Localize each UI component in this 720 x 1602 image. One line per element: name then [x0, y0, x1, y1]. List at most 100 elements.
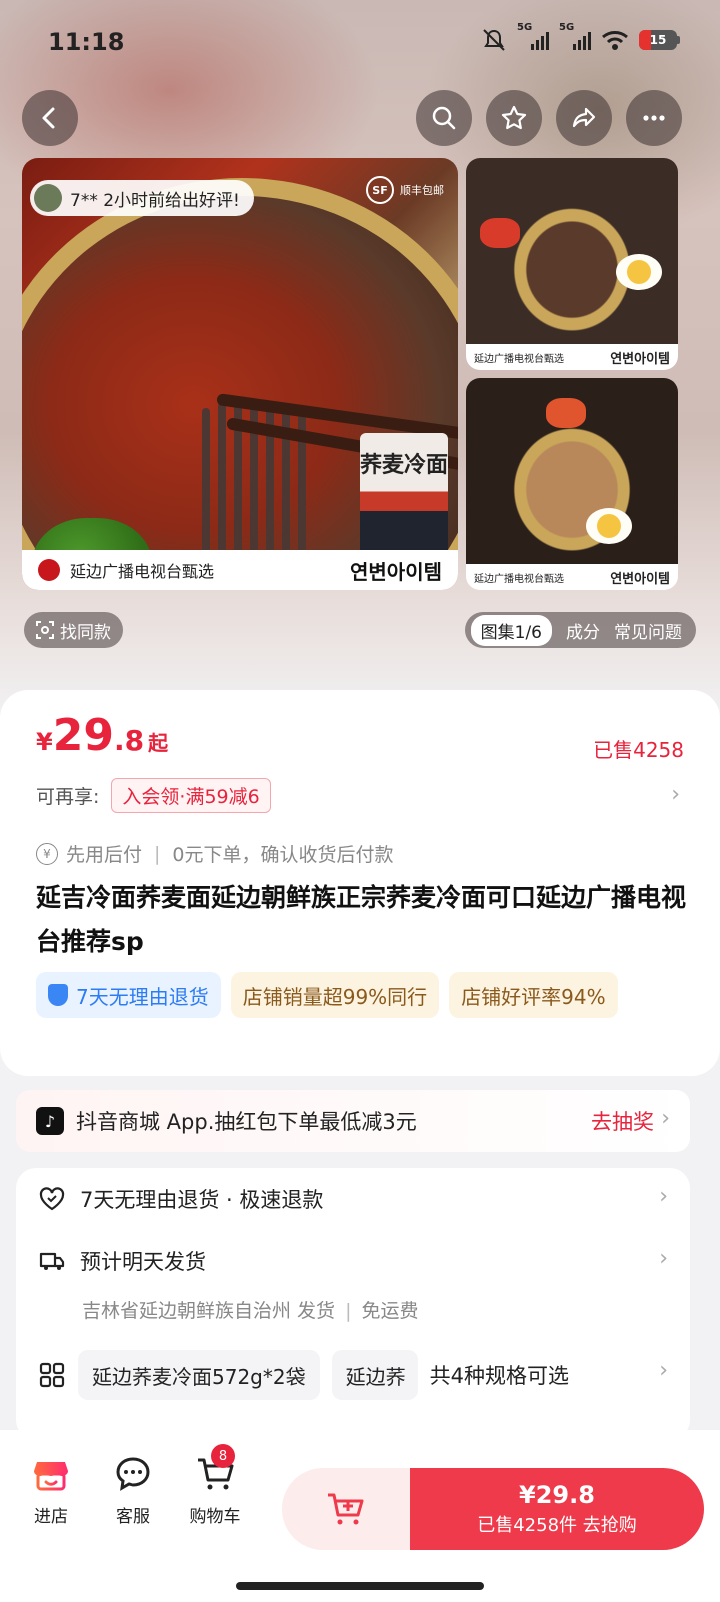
cart-label: 购物车 [189, 1507, 241, 1527]
share-button[interactable] [556, 90, 612, 146]
signal-icon: 5G [517, 22, 549, 50]
gallery-header: 11:18 5G 5G 15 荞麦冷面 7** 2小时前给出好评! SF 顺丰包… [0, 0, 720, 720]
thumbnail-caption: 延边广播电视台甄选 연변아이템 [466, 344, 678, 370]
cart-plus-icon [328, 1493, 364, 1525]
coupon-tag[interactable]: 入会领·满59减6 [111, 778, 271, 813]
customer-service-tab[interactable]: 客服 [98, 1452, 168, 1527]
find-same-button[interactable]: 找同款 [24, 612, 123, 648]
tomato-graphic [480, 218, 520, 248]
origin-text: 吉林省延边朝鲜族自治州 发货 [82, 1300, 336, 1322]
star-icon [501, 105, 527, 130]
chevron-left-icon [42, 107, 55, 129]
price-integer: 29 [52, 710, 114, 761]
shipping-text: 预计明天发货 [80, 1250, 206, 1274]
return-badge[interactable]: 7天无理由退货 [36, 972, 221, 1018]
sf-logo-icon: SF [366, 176, 394, 204]
rating-badge[interactable]: 店铺好评率94% [449, 972, 618, 1018]
spec-option[interactable]: 延边荞麦冷面572g*2袋 [78, 1350, 320, 1400]
pay-later-desc: 0元下单，确认收货后付款 [172, 844, 394, 866]
egg-graphic [586, 508, 632, 544]
truck-icon [39, 1252, 65, 1270]
caption-right: 연변아이템 [350, 559, 442, 584]
search-icon [432, 106, 456, 130]
price-suffix: 起 [148, 731, 169, 755]
service-card: 7天无理由退货 · 极速退款 › 预计明天发货 › 吉林省延边朝鲜族自治州 发货… [16, 1168, 690, 1440]
chevron-right-icon: › [671, 782, 680, 807]
grid-icon [39, 1362, 65, 1388]
chevron-right-icon: › [659, 1246, 668, 1271]
sold-count: 已售4258 [593, 738, 684, 762]
more-dots-icon [643, 115, 665, 121]
lottery-text: 抖音商城 App.抽红包下单最低减3元 [76, 1110, 417, 1134]
network-label: 5G [517, 22, 533, 33]
spec-option[interactable]: 延边荞 [331, 1350, 418, 1400]
refund-row[interactable]: 7天无理由退货 · 极速退款 [38, 1184, 323, 1214]
thumbnail-graphic [466, 158, 678, 344]
buy-now-button[interactable]: ¥29.8 已售4258件 去抢购 [410, 1468, 704, 1550]
avatar [34, 184, 62, 212]
product-title: 延吉冷面荞麦面延边朝鲜族正宗荞麦冷面可口延边广播电视台推荐sp [36, 883, 687, 956]
chevron-right-icon: › [659, 1184, 668, 1209]
store-label: 进店 [34, 1507, 68, 1527]
caption-right: 연변아이템 [610, 571, 670, 587]
coupon-row[interactable]: 可再享: 入会领·满59减6 [36, 778, 271, 813]
badge-row: 7天无理由退货 店铺销量超99%同行 店铺好评率94% [36, 972, 618, 1018]
divider: | [345, 1300, 352, 1322]
find-same-label: 找同款 [60, 622, 111, 643]
lottery-action[interactable]: 去抽奖 [591, 1106, 654, 1136]
favorite-button[interactable] [486, 90, 542, 146]
tab-ingredients[interactable]: 成分 [566, 618, 600, 643]
spec-count: 共4种规格可选 [429, 1364, 569, 1388]
more-button[interactable] [626, 90, 682, 146]
tab-gallery[interactable]: 图集1/6 [470, 614, 552, 646]
lottery-banner[interactable]: ♪ 抖音商城 App.抽红包下单最低减3元 去抽奖 › [16, 1090, 690, 1152]
chevron-right-icon: › [661, 1106, 670, 1131]
caption-right: 연변아이템 [610, 351, 670, 367]
chat-icon [116, 1457, 150, 1491]
price-currency: ¥ [36, 728, 53, 756]
shipping-origin: 吉林省延边朝鲜族自治州 发货 | 免运费 [82, 1296, 419, 1323]
caption-left: 延边广播电视台甄选 [474, 573, 564, 585]
sales-badge[interactable]: 店铺销量超99%同行 [230, 972, 440, 1018]
badge-label: 店铺销量超99%同行 [242, 984, 428, 1009]
shield-icon [48, 984, 68, 1006]
back-button[interactable] [22, 90, 78, 146]
cart-tab[interactable]: 8 购物车 [180, 1444, 250, 1527]
refund-text: 7天无理由退货 · 极速退款 [80, 1188, 324, 1212]
price-decimal: .8 [113, 724, 145, 757]
spec-row[interactable]: 延边荞麦冷面572g*2袋 延边荞 共4种规格可选 [38, 1350, 569, 1400]
review-ticker: 7** 2小时前给出好评! [30, 180, 254, 216]
price: ¥ 29 .8 起 [36, 710, 168, 761]
shipping-row[interactable]: 预计明天发货 [38, 1246, 206, 1276]
badge-label: 7天无理由退货 [76, 984, 209, 1009]
ybrt-logo-icon [38, 559, 60, 581]
sf-label: 顺丰包邮 [400, 183, 444, 197]
add-to-cart-button[interactable] [282, 1468, 410, 1550]
tab-faq[interactable]: 常见问题 [614, 618, 682, 643]
store-tab[interactable]: 进店 [16, 1452, 86, 1527]
badge-label: 店铺好评率94% [461, 984, 606, 1009]
buy-price: ¥29.8 [519, 1481, 595, 1509]
service-label: 客服 [116, 1507, 150, 1527]
thumbnail-image[interactable]: 延边广播电视台甄选 연변아이템 [466, 378, 678, 590]
cart-count-badge: 8 [211, 1444, 235, 1468]
thumbnail-image[interactable]: 延边广播电视台甄选 연변아이템 [466, 158, 678, 370]
store-icon [34, 1462, 68, 1491]
price-card: ¥ 29 .8 起 已售4258 可再享: 入会领·满59减6 › ¥ 先用后付… [0, 690, 720, 1076]
package-image: 荞麦冷面 [360, 433, 448, 563]
douyin-icon: ♪ [36, 1107, 64, 1135]
pay-later-row: ¥ 先用后付 | 0元下单，确认收货后付款 [36, 840, 394, 867]
chevron-right-icon: › [659, 1358, 668, 1383]
wifi-icon [602, 31, 628, 50]
pay-later-label: 先用后付 [66, 844, 143, 866]
buy-subtitle: 已售4258件 去抢购 [477, 1515, 637, 1536]
scan-icon [36, 621, 54, 639]
image-caption-bar: 延边广播电视台甄选 연변아이템 [22, 550, 458, 590]
search-button[interactable] [416, 90, 472, 146]
battery-level: 15 [649, 33, 667, 47]
main-product-image[interactable]: 荞麦冷面 7** 2小时前给出好评! SF 顺丰包邮 延边广播电视台甄选 연변아… [22, 158, 458, 590]
mute-bell-icon [483, 29, 505, 51]
network-label: 5G [559, 22, 575, 33]
signal-icon: 5G [559, 22, 591, 50]
status-icons: 5G 5G 15 [481, 22, 680, 52]
